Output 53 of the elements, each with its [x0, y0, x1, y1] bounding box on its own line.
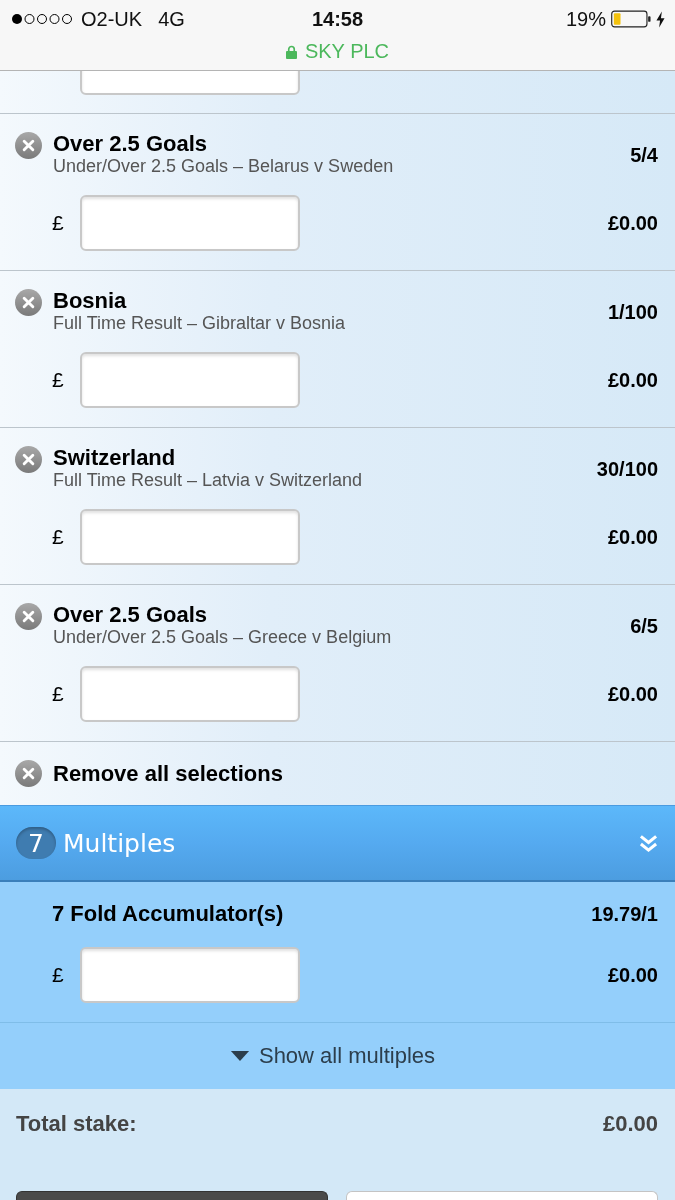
clock-time: 14:58	[311, 7, 364, 31]
currency-symbol: £	[52, 211, 65, 235]
stake-input[interactable]	[80, 947, 300, 1003]
odds-value: 5/4	[630, 144, 658, 166]
network-type: 4G	[158, 7, 185, 31]
site-url: SKY PLC	[304, 40, 390, 63]
remove-icon[interactable]	[15, 760, 42, 787]
carrier-name: O2-UK	[81, 7, 143, 31]
currency-symbol: £	[52, 682, 65, 706]
currency-symbol: £	[52, 525, 65, 549]
total-stake-value: £0.00	[602, 1111, 658, 1137]
market-name: Under/Over 2.5 Goals – Belarus v Sweden	[53, 156, 395, 176]
remove-icon[interactable]	[15, 603, 42, 630]
action-button[interactable]	[16, 1191, 328, 1200]
remove-icon[interactable]	[15, 132, 42, 159]
odds-value: 19.79/1	[591, 903, 658, 925]
double-chevron-down-icon[interactable]	[639, 833, 658, 853]
signal-icon	[11, 13, 73, 25]
battery-percent: 19%	[565, 7, 606, 31]
returns-value: £0.00	[607, 525, 658, 549]
total-stake-label: Total stake:	[16, 1111, 137, 1137]
count-badge: 7	[16, 827, 56, 859]
stake-input[interactable]	[80, 666, 300, 722]
returns-value: £0.00	[607, 682, 658, 706]
show-all-multiples-link[interactable]: Show all multiples	[258, 1043, 436, 1069]
caret-down-icon	[229, 1051, 250, 1061]
odds-value: 1/100	[607, 301, 658, 323]
remove-icon[interactable]	[15, 289, 42, 316]
market-name: Full Time Result – Gibraltar v Bosnia	[53, 313, 347, 333]
section-title: Multiples	[63, 828, 177, 858]
multiples-header[interactable]: 7 Multiples	[0, 805, 675, 882]
returns-value: £0.00	[607, 211, 658, 235]
charging-bolt-icon	[656, 10, 665, 28]
odds-value: 30/100	[596, 458, 658, 480]
accumulator-title: 7 Fold Accumulator(s)	[52, 902, 284, 926]
selection-title: Bosnia	[53, 289, 128, 313]
remove-icon[interactable]	[15, 446, 42, 473]
selection-title: Over 2.5 Goals	[53, 603, 209, 627]
stake-input[interactable]	[80, 352, 300, 408]
selection-title: Over 2.5 Goals	[53, 132, 209, 156]
returns-value: £0.00	[607, 963, 658, 987]
remove-all-link[interactable]: Remove all selections	[53, 761, 283, 786]
market-name: Full Time Result – Latvia v Switzerland	[53, 470, 364, 490]
odds-value: 6/5	[630, 615, 658, 637]
stake-input[interactable]	[80, 509, 300, 565]
lock-icon	[285, 44, 297, 59]
returns-value: £0.00	[607, 368, 658, 392]
battery-icon	[611, 10, 651, 28]
currency-symbol: £	[52, 368, 65, 392]
market-name: Under/Over 2.5 Goals – Greece v Belgium	[53, 627, 393, 647]
selection-title: Switzerland	[53, 446, 177, 470]
currency-symbol: £	[52, 963, 65, 987]
stake-input[interactable]	[80, 195, 300, 251]
